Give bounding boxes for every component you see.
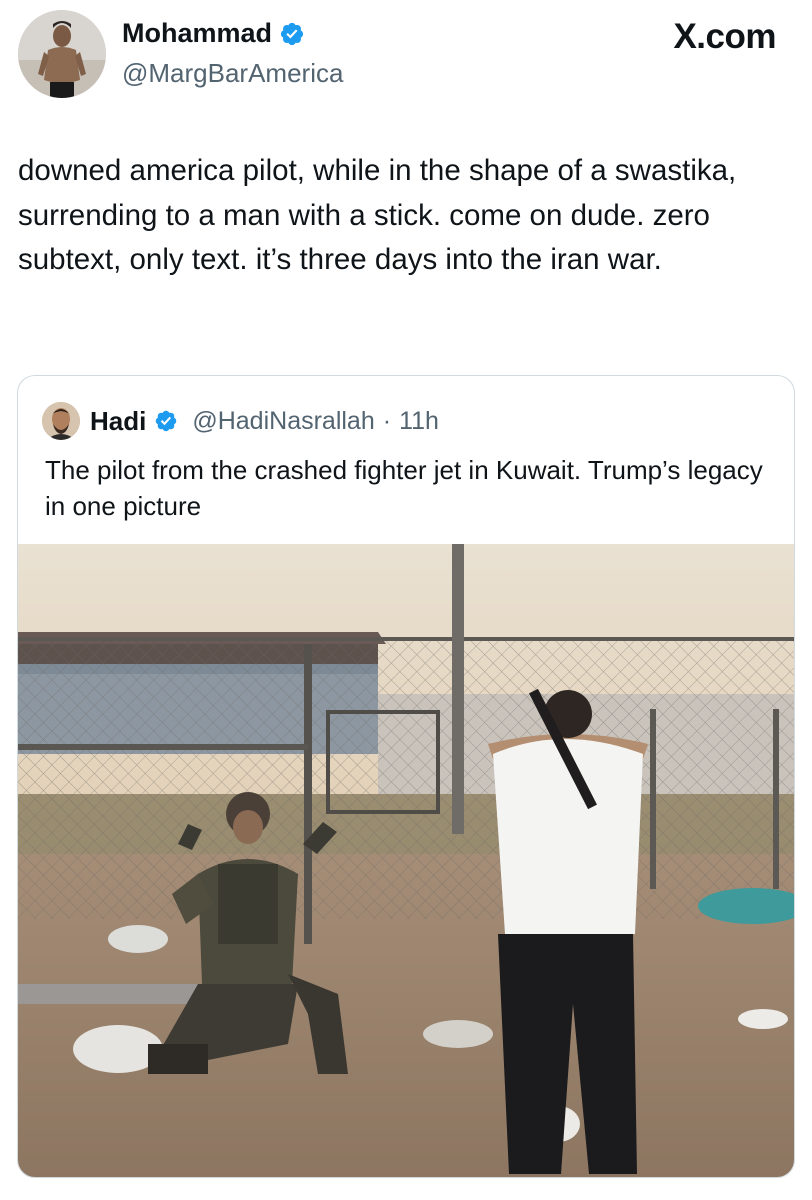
brand-watermark: X.com [673, 17, 776, 56]
author-name[interactable]: Mohammad [122, 18, 272, 49]
tweet-text: downed america pilot, while in the shape… [18, 154, 737, 276]
verified-badge-icon [280, 22, 304, 45]
quoted-author-name[interactable]: Hadi [90, 406, 146, 437]
quoted-author-handle[interactable]: @HadiNasrallah [192, 407, 374, 436]
author-handle[interactable]: @MargBarAmerica [122, 58, 343, 89]
verified-badge-icon [156, 410, 177, 432]
quoted-tweet-card[interactable]: Hadi @HadiNasrallah · 11h The pilot from… [17, 375, 795, 1178]
quoted-tweet-text: The pilot from the crashed fighter jet i… [45, 455, 763, 521]
author-avatar[interactable] [18, 10, 106, 98]
dot-separator: · [382, 406, 392, 435]
profile-photo-icon [42, 402, 80, 440]
quoted-tweet-photo[interactable] [18, 544, 794, 1178]
profile-photo-icon [18, 10, 106, 98]
author-name-row[interactable]: Mohammad [122, 18, 305, 49]
quoted-author-avatar[interactable] [42, 402, 80, 440]
quoted-tweet-header: Hadi @HadiNasrallah · 11h [42, 401, 439, 441]
quoted-tweet-timestamp[interactable]: 11h [399, 407, 439, 436]
